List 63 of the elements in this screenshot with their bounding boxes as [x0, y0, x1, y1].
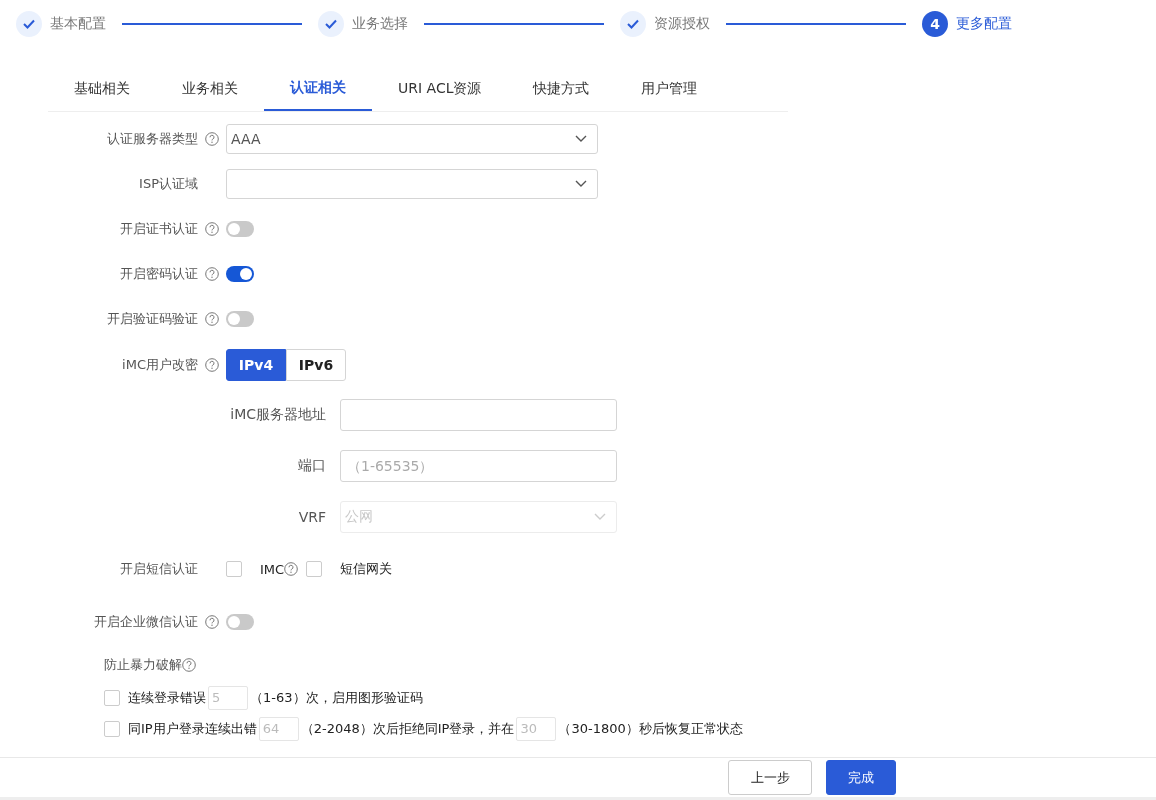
field-label: 开启证书认证: [119, 219, 198, 238]
tab[interactable]: 快捷方式: [507, 67, 616, 111]
field-label: iMC用户改密: [121, 356, 198, 374]
segment-button[interactable]: IPv4: [226, 349, 286, 381]
toggle-switch[interactable]: [226, 265, 254, 282]
tab[interactable]: 业务相关: [156, 67, 264, 111]
toggle-switch[interactable]: [226, 614, 254, 630]
step-label: 资源授权: [654, 15, 710, 33]
back-button[interactable]: 上一步: [728, 760, 812, 795]
field-label: ISP认证域: [138, 174, 198, 193]
input-field[interactable]: （1-65535）: [340, 449, 617, 482]
step-done-icon: [620, 11, 646, 37]
step-label: 业务选择: [352, 15, 408, 33]
help-icon[interactable]: [205, 615, 219, 629]
field-label: iMC服务器地址: [229, 405, 326, 424]
field-label: 开启密码认证: [119, 264, 198, 283]
toggle-switch[interactable]: [226, 310, 254, 327]
select-field[interactable]: AAA: [226, 123, 598, 154]
finish-button[interactable]: 完成: [826, 760, 896, 795]
field-label: VRF: [297, 508, 326, 525]
segment-button[interactable]: IPv6: [286, 349, 346, 381]
step-done-icon: [318, 11, 344, 37]
step-number: 4: [922, 11, 948, 37]
help-icon[interactable]: [205, 311, 219, 326]
checkbox[interactable]: [306, 561, 323, 577]
toggle-switch[interactable]: [226, 220, 254, 237]
chevron-down-icon: [575, 180, 587, 187]
number-field[interactable]: 5: [208, 685, 248, 710]
rule-text: 同IP用户登录连续出错: [128, 719, 257, 738]
checkbox[interactable]: [104, 689, 120, 706]
help-icon[interactable]: [284, 562, 299, 576]
rule-text: （1-63）次，启用图形验证码: [250, 688, 423, 707]
select-field[interactable]: [226, 168, 598, 199]
step-done-icon: [16, 11, 42, 37]
help-icon[interactable]: [205, 358, 219, 372]
tab[interactable]: 用户管理: [615, 67, 724, 111]
field-label: 开启企业微信认证: [93, 613, 198, 631]
chevron-down-icon: [594, 513, 606, 520]
help-icon[interactable]: [205, 131, 219, 146]
tab[interactable]: 基础相关: [48, 67, 156, 111]
help-icon[interactable]: [182, 658, 196, 672]
tab[interactable]: URI ACL资源: [372, 67, 508, 111]
field-label: 端口: [297, 456, 326, 475]
help-icon[interactable]: [205, 221, 219, 236]
rule-text: （2-2048）次后拒绝同IP登录，并在: [300, 719, 515, 738]
checkbox[interactable]: [226, 561, 242, 577]
checkbox[interactable]: [104, 720, 120, 737]
step-label: 更多配置: [956, 15, 1012, 33]
field-label: 开启验证码验证: [106, 309, 198, 328]
field-label: 开启短信认证: [119, 560, 198, 578]
step-label: 基本配置: [50, 15, 106, 33]
tab[interactable]: 认证相关: [264, 67, 372, 111]
checkbox-label: IMC: [260, 561, 285, 577]
rule-text: 连续登录错误: [128, 688, 206, 707]
input-field[interactable]: [340, 398, 617, 431]
help-icon[interactable]: [205, 266, 219, 281]
field-label: 认证服务器类型: [106, 129, 198, 148]
number-field[interactable]: 30: [516, 716, 557, 741]
number-field[interactable]: 64: [258, 716, 299, 741]
section-title: 防止暴力破解: [104, 656, 182, 674]
checkbox-label: 短信网关: [340, 560, 393, 578]
chevron-down-icon: [575, 135, 587, 142]
rule-text: （30-1800）秒后恢复正常状态: [558, 719, 743, 738]
